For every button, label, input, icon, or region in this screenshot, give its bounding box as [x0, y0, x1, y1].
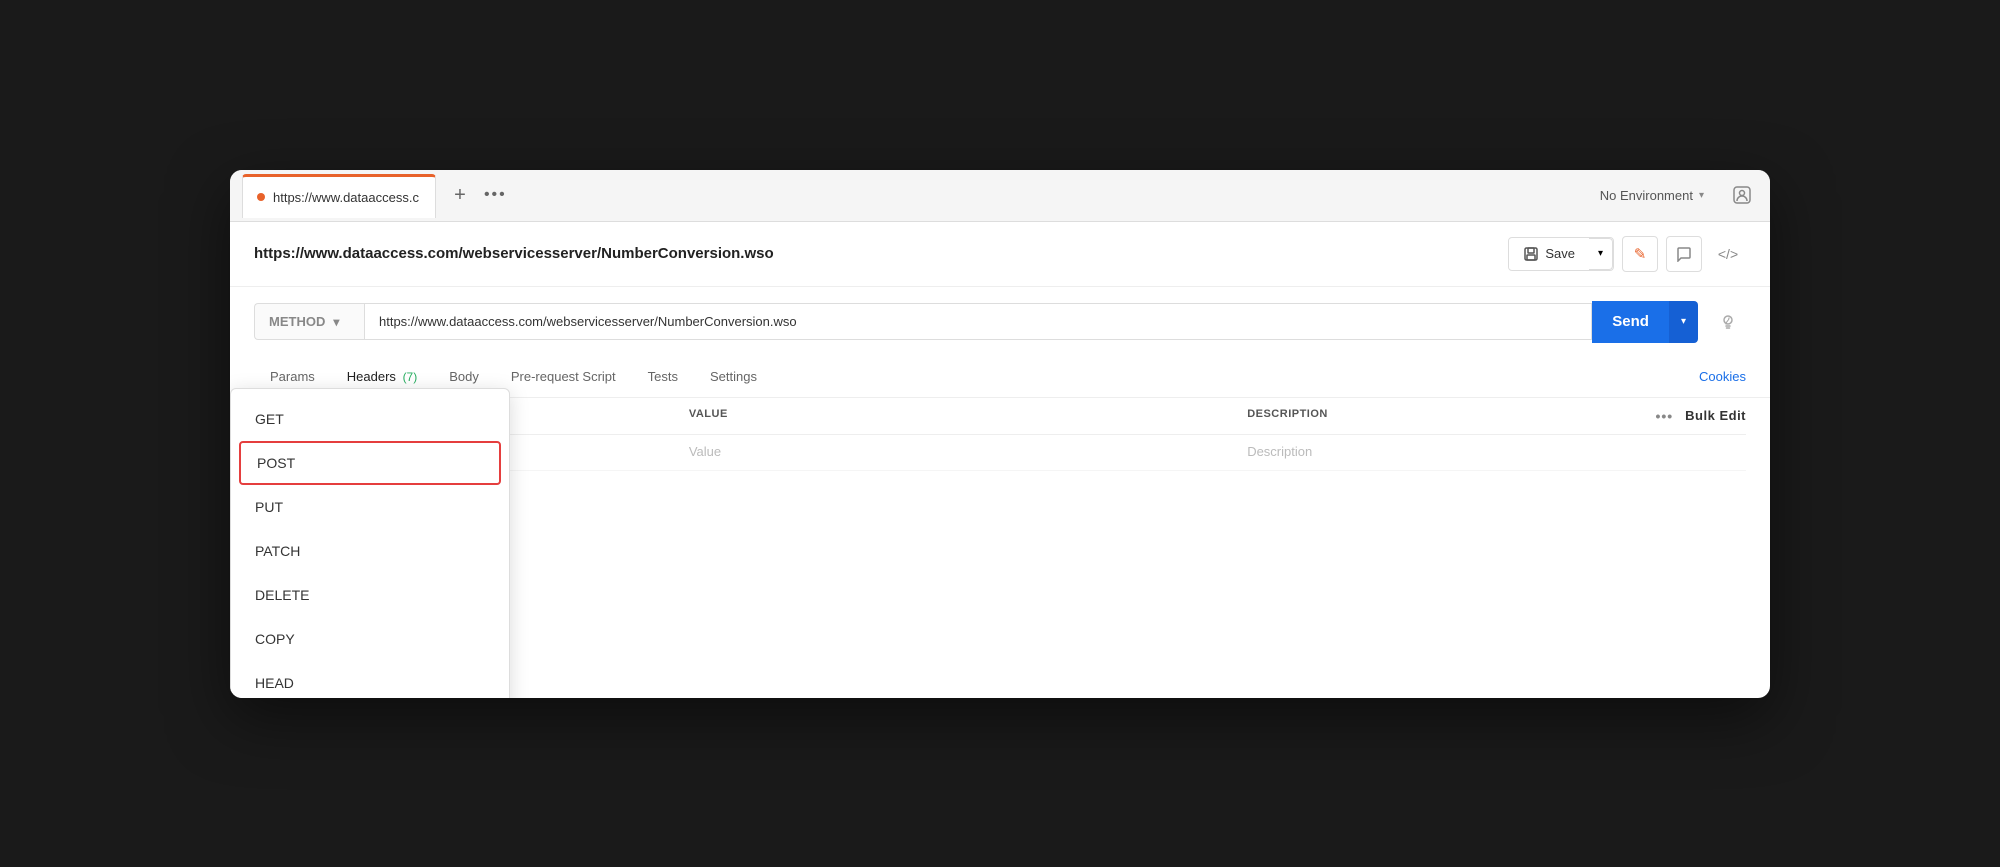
method-option-copy[interactable]: COPY — [231, 617, 509, 661]
col-actions-header: ••• Bulk Edit — [1646, 408, 1746, 424]
tab-pre-request-label: Pre-request Script — [511, 369, 616, 384]
method-patch-label: PATCH — [255, 543, 300, 559]
tab-settings-label: Settings — [710, 369, 757, 384]
col-value-header: VALUE — [689, 408, 1247, 424]
environment-selector[interactable]: No Environment ▾ — [1590, 182, 1714, 209]
lightbulb-button[interactable] — [1710, 304, 1746, 340]
environment-label: No Environment — [1600, 188, 1693, 203]
method-put-label: PUT — [255, 499, 283, 515]
method-option-put[interactable]: PUT — [231, 485, 509, 529]
row-value-cell: Value — [689, 443, 1247, 461]
bulk-edit-button[interactable]: Bulk Edit — [1685, 408, 1746, 423]
send-button[interactable]: Send — [1592, 301, 1669, 343]
table-more-icon[interactable]: ••• — [1655, 408, 1673, 424]
postman-profile-button[interactable] — [1726, 179, 1758, 211]
method-get-label: GET — [255, 411, 284, 427]
method-option-post[interactable]: POST — [239, 441, 501, 485]
tab-tests-label: Tests — [648, 369, 678, 384]
tab-headers-label: Headers — [347, 369, 396, 384]
tab-settings[interactable]: Settings — [694, 357, 773, 398]
method-dropdown: GET POST PUT PATCH DELETE COPY HEAD — [230, 388, 510, 698]
cookies-link[interactable]: Cookies — [1699, 357, 1746, 396]
save-label: Save — [1545, 246, 1575, 261]
breadcrumb-bar: https://www.dataaccess.com/webservicesse… — [230, 222, 1770, 287]
method-copy-label: COPY — [255, 631, 295, 647]
tab-label: https://www.dataaccess.c — [273, 190, 419, 205]
save-button[interactable]: Save — [1509, 239, 1589, 269]
method-head-label: HEAD — [255, 675, 294, 691]
tab-tests[interactable]: Tests — [632, 357, 694, 398]
method-option-get[interactable]: GET — [231, 397, 509, 441]
send-label: Send — [1612, 313, 1649, 330]
col-description-header: DESCRIPTION — [1247, 408, 1646, 424]
method-option-head[interactable]: HEAD — [231, 661, 509, 698]
request-bar: METHOD ▾ Send ▾ — [230, 287, 1770, 357]
method-selector[interactable]: METHOD ▾ — [254, 303, 364, 340]
request-title: https://www.dataaccess.com/webservicesse… — [254, 245, 774, 262]
tab-bar: https://www.dataaccess.c + ••• No Enviro… — [230, 170, 1770, 222]
send-dropdown-button[interactable]: ▾ — [1669, 301, 1698, 343]
tab-bar-right: No Environment ▾ — [1590, 179, 1758, 211]
save-dropdown-button[interactable]: ▾ — [1589, 238, 1613, 270]
headers-badge: (7) — [403, 370, 418, 384]
description-header-label: DESCRIPTION — [1247, 408, 1328, 420]
tab-modified-indicator — [257, 193, 265, 201]
edit-icon: ✎ — [1634, 245, 1647, 263]
method-label: METHOD — [269, 314, 325, 329]
description-placeholder: Description — [1247, 444, 1312, 459]
url-input[interactable] — [364, 303, 1592, 340]
tab-pre-request-script[interactable]: Pre-request Script — [495, 357, 632, 398]
method-option-patch[interactable]: PATCH — [231, 529, 509, 573]
tab-body-label: Body — [449, 369, 479, 384]
environment-chevron-icon: ▾ — [1699, 190, 1704, 201]
row-description-cell: Description — [1247, 443, 1646, 461]
tab-params-label: Params — [270, 369, 315, 384]
active-tab[interactable]: https://www.dataaccess.c — [242, 174, 436, 218]
main-content: GET POST PUT PATCH DELETE COPY HEAD — [230, 398, 1770, 698]
edit-button[interactable]: ✎ — [1622, 236, 1658, 272]
value-placeholder: Value — [689, 444, 721, 459]
save-chevron-icon: ▾ — [1598, 248, 1603, 259]
method-chevron-icon: ▾ — [333, 315, 339, 329]
comment-button[interactable] — [1666, 236, 1702, 272]
method-delete-label: DELETE — [255, 587, 309, 603]
method-post-label: POST — [257, 455, 295, 471]
value-header-label: VALUE — [689, 408, 728, 420]
app-window: https://www.dataaccess.c + ••• No Enviro… — [230, 170, 1770, 698]
new-tab-button[interactable]: + — [444, 179, 476, 211]
method-option-delete[interactable]: DELETE — [231, 573, 509, 617]
tab-overflow-button[interactable]: ••• — [484, 186, 507, 204]
code-snippet-button[interactable]: </> — [1710, 236, 1746, 272]
code-icon: </> — [1718, 246, 1738, 262]
send-chevron-icon: ▾ — [1681, 316, 1686, 327]
breadcrumb-actions: Save ▾ ✎ </> — [1508, 236, 1746, 272]
